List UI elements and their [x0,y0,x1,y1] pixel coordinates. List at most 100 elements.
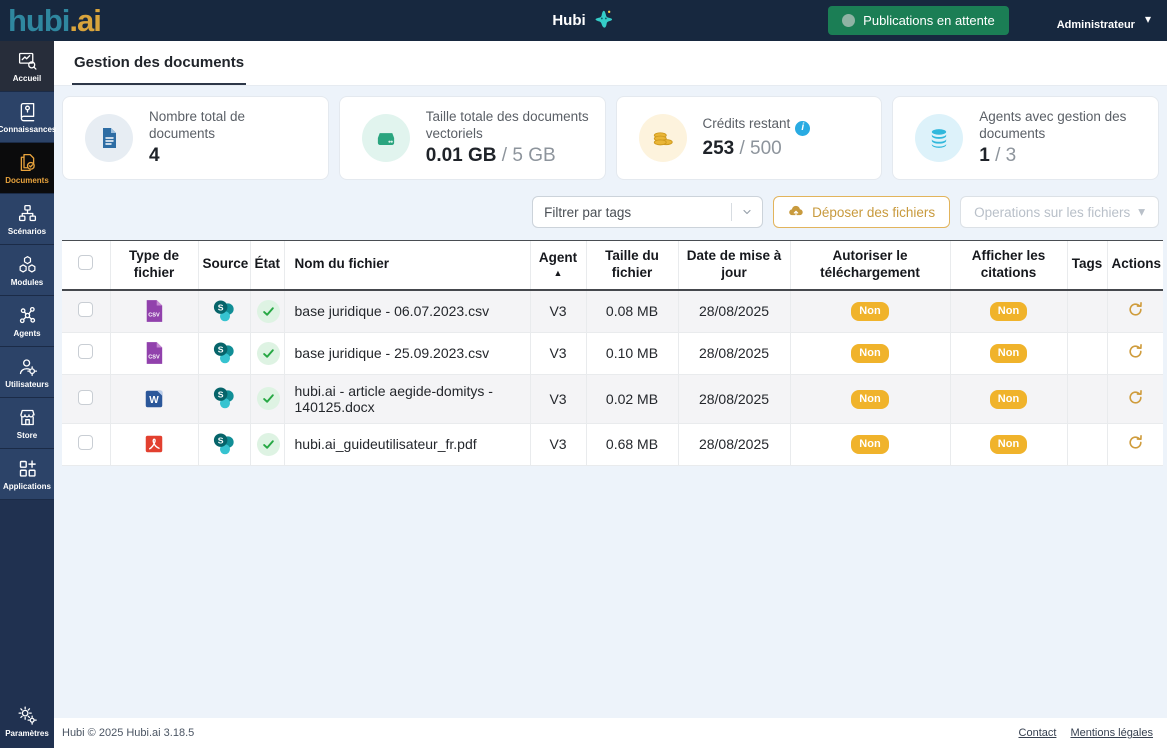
select-all-checkbox-cell [62,241,110,290]
flowchart-icon [17,203,38,224]
stat-title: Nombre total de documents [149,109,314,143]
tag-filter-select[interactable]: Filtrer par tags [532,196,763,228]
sidebar-item-utilisateurs[interactable]: Utilisateurs [0,347,54,398]
coins-icon [639,114,687,162]
home-dashboard-icon [17,50,38,71]
agent-version: V3 [530,423,586,465]
sidebar-item-accueil[interactable]: Accueil [0,41,54,92]
sidebar-item-parametres[interactable]: Paramètres [0,692,54,748]
pdf-file-icon [117,433,192,455]
col-tags[interactable]: Tags [1067,241,1107,290]
upload-files-label: Déposer des fichiers [812,205,935,220]
file-size: 0.68 MB [586,423,678,465]
download-toggle-badge[interactable]: Non [851,435,888,454]
update-date: 28/08/2025 [678,423,790,465]
status-dot-icon [842,14,855,27]
citations-toggle-badge[interactable]: Non [990,302,1027,321]
table-row: S hubi.ai_guideutilisateur_fr.pdf V3 0.6… [62,423,1163,465]
tags-cell [1067,290,1107,333]
stat-value: 0.01 GB / 5 GB [426,145,591,167]
resync-button[interactable] [1125,432,1146,456]
sharepoint-icon: S [205,299,244,324]
sidebar-item-documents[interactable]: Documents [0,143,54,194]
update-date: 28/08/2025 [678,374,790,423]
resync-button[interactable] [1125,341,1146,365]
tab-bar: Gestion des documents [54,41,1167,86]
svg-text:W: W [149,395,159,406]
row-checkbox[interactable] [78,435,93,450]
publications-pending-button[interactable]: Publications en attente [828,6,1009,35]
sidebar-item-store[interactable]: Store [0,398,54,449]
sidebar-item-applications[interactable]: Applications [0,449,54,500]
download-toggle-badge[interactable]: Non [851,390,888,409]
download-toggle-badge[interactable]: Non [851,344,888,363]
col-source[interactable]: Source [198,241,250,290]
col-agent[interactable]: Agent▲ [530,241,586,290]
row-checkbox[interactable] [78,344,93,359]
knowledge-book-icon [17,101,38,122]
mentions-legales-link[interactable]: Mentions légales [1070,727,1153,739]
row-checkbox[interactable] [78,302,93,317]
caret-down-icon: ▾ [1145,13,1151,25]
filter-bar: Filtrer par tags Déposer des fichiers Op… [62,196,1159,228]
status-ok-icon [257,342,280,365]
status-ok-icon [257,300,280,323]
col-download[interactable]: Autoriser le téléchargement [790,241,950,290]
status-ok-icon [257,433,280,456]
svg-text:CSV: CSV [148,355,160,361]
stat-title: Agents avec gestion des documents [979,109,1144,143]
sidebar: Accueil Connaissances Documents Scénario… [0,41,54,748]
citations-toggle-badge[interactable]: Non [990,390,1027,409]
select-all-checkbox[interactable] [78,255,93,270]
gears-icon [16,704,38,726]
contact-link[interactable]: Contact [1019,727,1057,739]
tags-cell [1067,374,1107,423]
resync-button[interactable] [1125,299,1146,323]
copyright-text: Hubi © 2025 Hubi.ai 3.18.5 [62,727,194,739]
table-row: CSV S base juridique - 06.07.2023.csv V3… [62,290,1163,333]
svg-text:S: S [217,390,223,400]
sidebar-item-scenarios[interactable]: Scénarios [0,194,54,245]
tab-gestion-des-documents[interactable]: Gestion des documents [72,41,246,85]
content-area: Nombre total de documents 4 Taille total… [54,86,1167,718]
app-window: hubi.ai Hubi Publications en attente Adm… [0,0,1167,748]
file-operations-button[interactable]: Operations sur les fichiers ▾ [960,196,1159,228]
table-row: W S hubi.ai - article aegide-domitys - 1… [62,374,1163,423]
hubi-logo: hubi.ai [8,2,101,40]
tags-cell [1067,423,1107,465]
update-date: 28/08/2025 [678,332,790,374]
col-status[interactable]: État [250,241,284,290]
topbar: hubi.ai Hubi Publications en attente Adm… [0,0,1167,41]
col-size[interactable]: Taille du fichier [586,241,678,290]
hubi-mascot-icon [593,8,615,34]
drive-icon [362,114,410,162]
stat-card-vector-size: Taille totale des documents vectoriels 0… [339,96,606,180]
download-toggle-badge[interactable]: Non [851,302,888,321]
col-date[interactable]: Date de mise à jour [678,241,790,290]
agent-version: V3 [530,374,586,423]
table-row: CSV S base juridique - 25.09.2023.csv V3… [62,332,1163,374]
file-size: 0.08 MB [586,290,678,333]
sidebar-item-connaissances[interactable]: Connaissances [0,92,54,143]
row-checkbox[interactable] [78,390,93,405]
citations-toggle-badge[interactable]: Non [990,344,1027,363]
stat-card-total-documents: Nombre total de documents 4 [62,96,329,180]
stat-card-agents: Agents avec gestion des documents 1 / 3 [892,96,1159,180]
sidebar-item-agents[interactable]: Agents [0,296,54,347]
table-header: Type de fichier Source État Nom du fichi… [62,241,1163,290]
stat-value: 4 [149,145,314,167]
col-file-type[interactable]: Type de fichier [110,241,198,290]
update-date: 28/08/2025 [678,290,790,333]
col-citations[interactable]: Afficher les citations [950,241,1067,290]
sharepoint-icon: S [205,341,244,366]
resync-button[interactable] [1125,387,1146,411]
status-ok-icon [257,387,280,410]
citations-toggle-badge[interactable]: Non [990,435,1027,454]
info-icon[interactable]: i [795,121,810,136]
word-file-icon: W [117,388,192,410]
col-name[interactable]: Nom du fichier [284,241,530,290]
sidebar-item-modules[interactable]: Modules [0,245,54,296]
stat-cards-row: Nombre total de documents 4 Taille total… [62,96,1159,180]
user-menu[interactable]: Administrateur ▾ [1057,11,1151,31]
upload-files-button[interactable]: Déposer des fichiers [773,196,950,228]
